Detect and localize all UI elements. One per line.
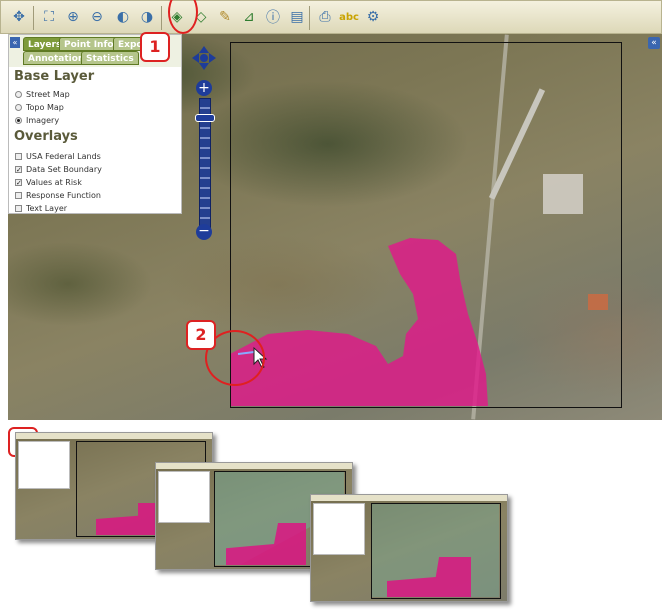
edit-icon[interactable]: ✎ [215, 7, 235, 27]
overlay-option[interactable]: Text Layer [15, 204, 67, 213]
callout-1: 1 [140, 32, 170, 62]
overlay-option[interactable]: Response Function [15, 191, 101, 200]
label-icon[interactable]: abc [339, 7, 359, 27]
thumbnail-toolbar [156, 463, 352, 469]
zoom-next-icon[interactable]: ◑ [137, 7, 157, 27]
option-label: USA Federal Lands [26, 152, 101, 161]
zoom-slider-handle[interactable] [195, 114, 215, 122]
checkbox[interactable] [15, 153, 22, 160]
toolbar-separator [33, 6, 34, 30]
option-label: Values at Risk [26, 178, 82, 187]
callout-2: 2 [186, 320, 216, 350]
thumbnail-panel [158, 471, 210, 523]
print-icon[interactable]: ⎙ [315, 7, 335, 27]
measure-icon[interactable]: ⊿ [239, 7, 259, 27]
option-label: Text Layer [26, 204, 68, 213]
tab-point-info[interactable]: Point Info [59, 37, 119, 51]
option-label: Response Function [26, 191, 101, 200]
collapse-panel-icon[interactable]: « [10, 37, 20, 48]
expand-right-icon[interactable]: « [648, 37, 660, 49]
thumbnail-step-3 [310, 494, 508, 602]
overlay-option[interactable]: ✓ Values at Risk [15, 178, 82, 187]
radio-button[interactable] [15, 91, 22, 98]
zoom-in-icon[interactable]: ⊕ [63, 7, 83, 27]
option-label: Data Set Boundary [26, 165, 102, 174]
thumbnail-panel [313, 503, 365, 555]
thumbnail-toolbar [16, 433, 212, 439]
table-icon[interactable]: ▤ [287, 7, 307, 27]
zoom-out-icon[interactable]: ⊖ [87, 7, 107, 27]
thumbnail-panel [18, 441, 70, 489]
move-icon[interactable]: ✥ [9, 7, 29, 27]
tools-icon[interactable]: ⚙ [363, 7, 383, 27]
overlay-option[interactable]: USA Federal Lands [15, 152, 101, 161]
base-layer-option[interactable]: Topo Map [15, 103, 64, 112]
overlay-option[interactable]: ✓ Data Set Boundary [15, 165, 102, 174]
toolbar-separator [161, 6, 162, 30]
option-label: Street Map [26, 90, 70, 99]
data-set-boundary [230, 42, 622, 408]
thumbnail-toolbar [311, 495, 507, 501]
tab-statistics[interactable]: Statistics [81, 51, 139, 65]
base-layer-heading: Base Layer [14, 69, 95, 84]
radio-button[interactable] [15, 104, 22, 111]
zoom-minus-button[interactable]: − [196, 224, 212, 240]
checkbox-checked[interactable]: ✓ [15, 179, 22, 187]
tab-export[interactable]: Expo [113, 37, 143, 51]
zoom-plus-button[interactable]: + [196, 80, 212, 96]
option-label: Imagery [26, 116, 60, 125]
base-layer-option[interactable]: Street Map [15, 90, 70, 99]
map-toolbar: ✥ ⛶ ⊕ ⊖ ◐ ◑ ◈ ◇ ✎ ⊿ ⓘ ▤ ⎙ abc ⚙ [0, 0, 662, 34]
identify-icon[interactable]: ⓘ [263, 7, 283, 27]
option-label: Topo Map [26, 103, 64, 112]
checkbox[interactable] [15, 192, 22, 199]
base-layer-option[interactable]: Imagery [15, 116, 59, 125]
checkbox-checked[interactable]: ✓ [15, 166, 22, 174]
overlays-heading: Overlays [14, 129, 78, 144]
radio-button-selected[interactable] [15, 117, 22, 124]
pan-arrows-icon[interactable] [192, 46, 216, 70]
zoom-previous-icon[interactable]: ◐ [113, 7, 133, 27]
checkbox[interactable] [15, 205, 22, 212]
tab-annotation[interactable]: Annotation [23, 51, 90, 65]
full-extent-icon[interactable]: ⛶ [39, 7, 59, 27]
toolbar-separator [309, 6, 310, 30]
